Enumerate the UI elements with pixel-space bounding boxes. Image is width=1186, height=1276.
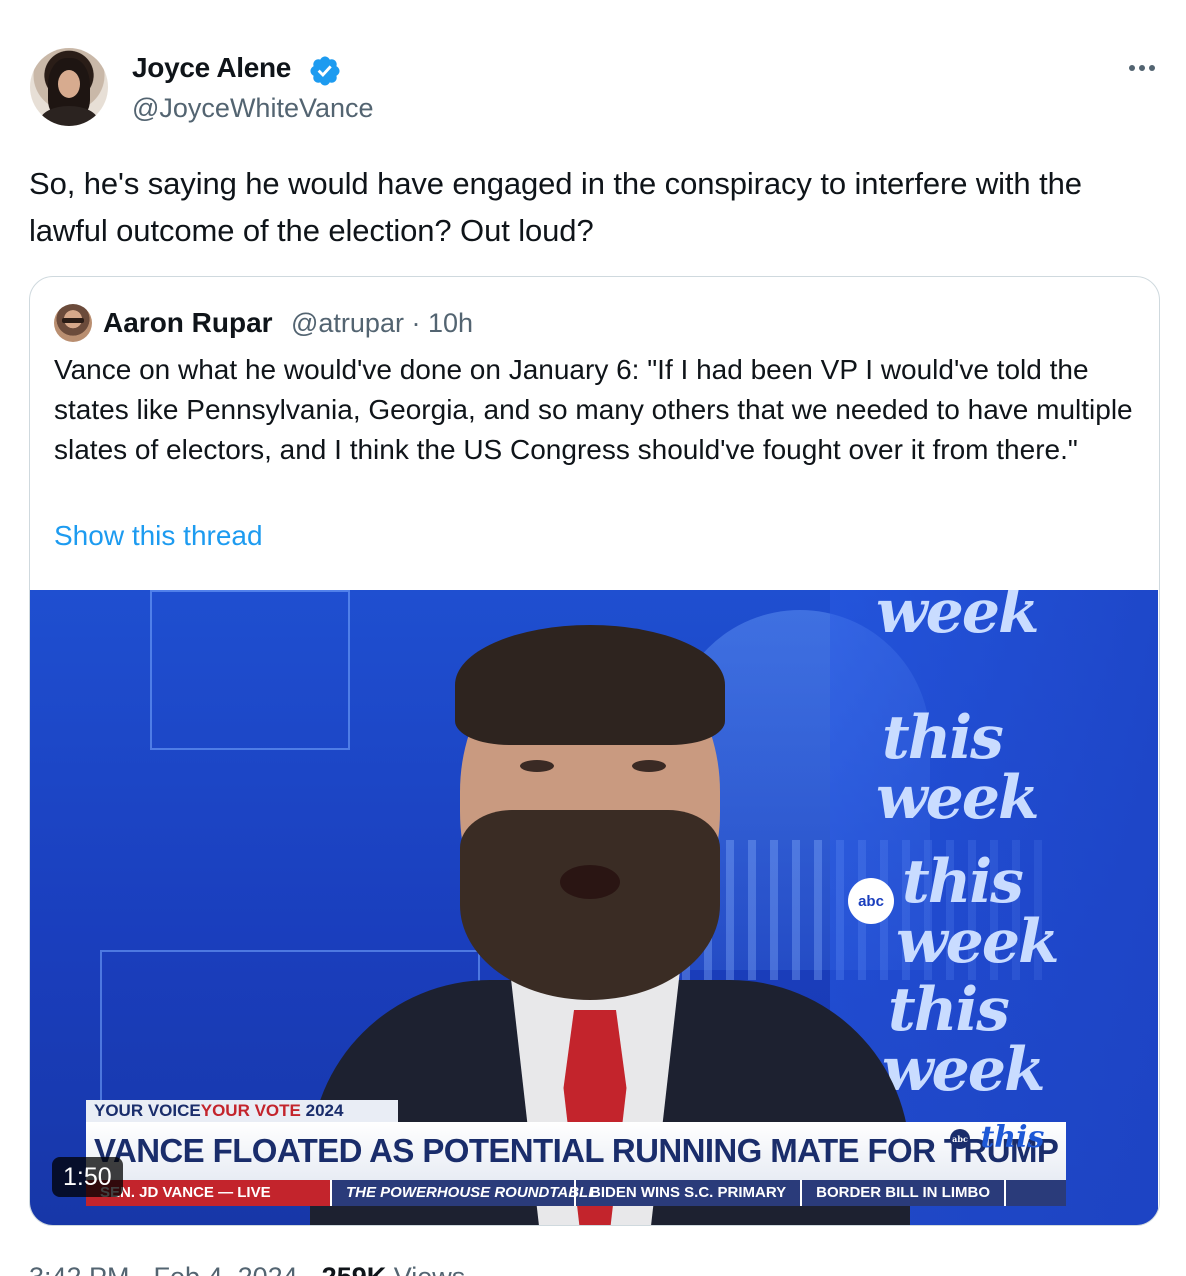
more-horizontal-icon[interactable] (1124, 50, 1160, 86)
quoted-tweet[interactable]: Aaron Rupar @atrupar · 10h Vance on what… (29, 276, 1160, 1226)
views-label: Views (394, 1262, 466, 1276)
speaker-beard (460, 810, 720, 1000)
author-name[interactable]: Joyce Alene (132, 52, 291, 84)
ticker-item: SEN. JD VANCE — LIVE (86, 1180, 332, 1206)
speaker-eye (632, 760, 666, 772)
brand-this-text: this (902, 847, 1024, 917)
ticker-item: BORDER BILL IN LIMBO (802, 1180, 1007, 1206)
lower-third-headline: VANCE FLOATED AS POTENTIAL RUNNING MATE … (86, 1122, 1066, 1180)
brand-this-text: this (888, 975, 1010, 1045)
video-duration-badge: 1:50 (52, 1157, 123, 1197)
quote-author-avatar[interactable] (54, 304, 92, 342)
views-count: 259K (322, 1262, 387, 1276)
tweet-text: So, he's saying he would have engaged in… (29, 166, 1082, 248)
quote-text: Vance on what he would've done on Januar… (54, 354, 1133, 465)
video-player[interactable]: week this week abc this week this week Y… (30, 590, 1158, 1225)
show-logo-this: this (980, 1120, 1045, 1155)
tag-red: YOUR VOTE (200, 1101, 301, 1120)
author-avatar[interactable] (30, 48, 108, 126)
quote-author-meta: @atrupar · 10h (291, 308, 473, 338)
lower-third-tag: YOUR VOICEYOUR VOTE 2024 (86, 1100, 398, 1122)
avatar-body (40, 106, 98, 126)
verified-badge-icon (310, 56, 340, 86)
tag-prefix: YOUR VOICE (94, 1101, 201, 1120)
abc-mini-logo: abc (950, 1129, 970, 1149)
show-thread-link[interactable]: Show this thread (54, 520, 263, 552)
more-dot (1139, 65, 1145, 71)
tag-year: 2024 (305, 1101, 344, 1120)
more-dot (1129, 65, 1135, 71)
lower-third-ticker: SEN. JD VANCE — LIVE THE POWERHOUSE ROUN… (86, 1180, 1066, 1206)
brand-watermark: this week (896, 847, 1060, 977)
quote-author-name: Aaron Rupar (103, 307, 273, 338)
tweet-timestamp[interactable]: 3:42 PM · Feb 4, 2024 · 259K Views (29, 1262, 465, 1276)
ticker-item: THE POWERHOUSE ROUNDTABLE (332, 1180, 598, 1206)
speaker-hair (455, 625, 725, 745)
avatar-face (58, 70, 80, 98)
speaker-eye (520, 760, 554, 772)
speaker-mouth (560, 865, 620, 899)
show-logo: abc this (950, 1123, 1044, 1153)
timestamp-text: 3:42 PM · Feb 4, 2024 · (29, 1262, 314, 1276)
brand-week-text: week (896, 907, 1060, 977)
author-handle[interactable]: @JoyceWhiteVance (132, 93, 374, 124)
ticker-item: BIDEN WINS S.C. PRIMARY (576, 1180, 803, 1206)
more-dot (1149, 65, 1155, 71)
